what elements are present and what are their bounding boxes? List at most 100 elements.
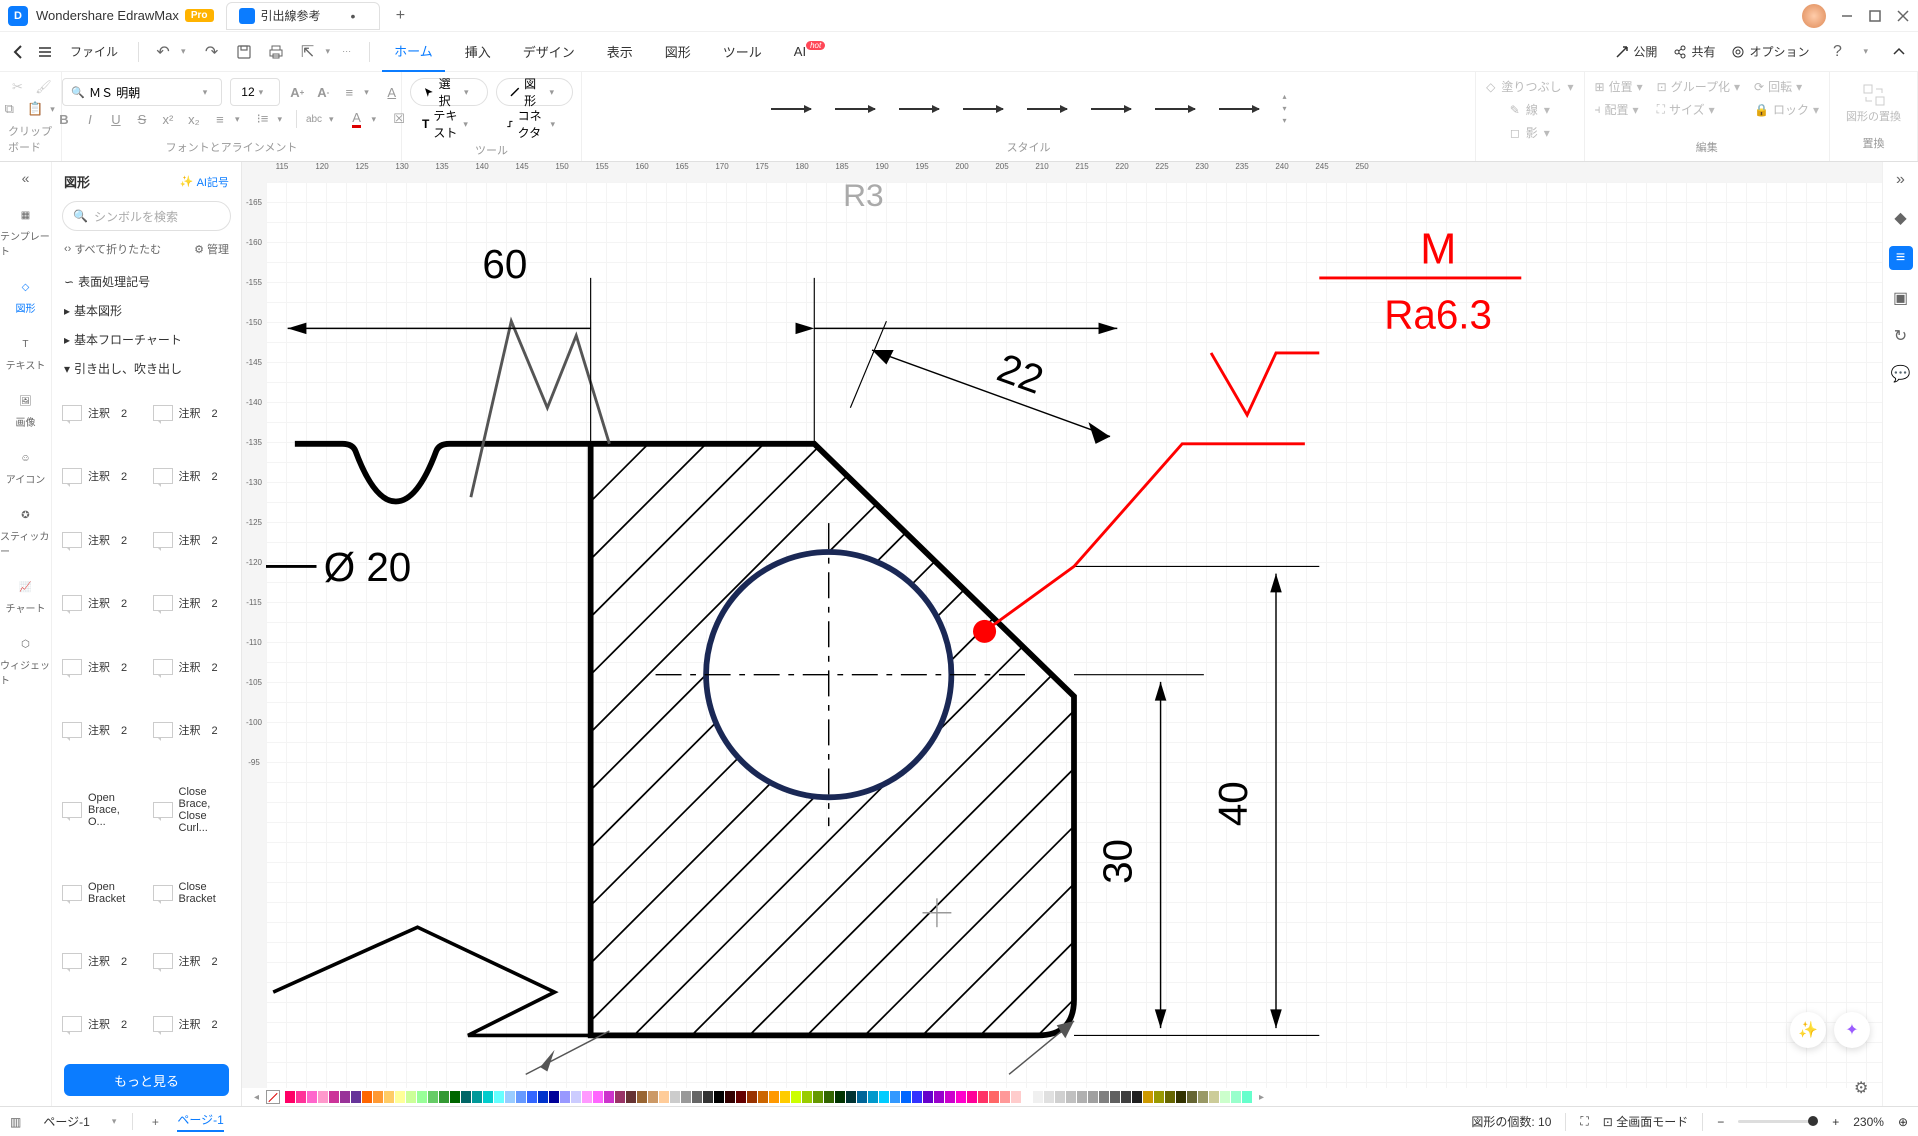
category-callouts[interactable]: ▾ 引き出し、吹き出し [52, 354, 241, 383]
shape-item[interactable]: 注釈 2 [60, 637, 143, 697]
add-page-button[interactable]: + [145, 1115, 165, 1129]
zoom-reset-icon[interactable]: ⊕ [1898, 1115, 1908, 1129]
color-swatch[interactable] [1011, 1091, 1021, 1103]
print-icon[interactable] [267, 43, 285, 61]
color-swatch[interactable] [527, 1091, 537, 1103]
color-swatch[interactable] [791, 1091, 801, 1103]
file-menu[interactable]: ファイル [70, 43, 118, 60]
tab-design[interactable]: デザイン [511, 32, 587, 71]
shape-item[interactable]: 注釈 2 [60, 701, 143, 761]
color-swatch[interactable] [461, 1091, 471, 1103]
strike-icon[interactable]: S [133, 110, 151, 128]
category-basic-flow[interactable]: ▸ 基本フローチャート [52, 325, 241, 354]
color-swatch[interactable] [659, 1091, 669, 1103]
color-swatch[interactable] [879, 1091, 889, 1103]
color-swatch[interactable] [978, 1091, 988, 1103]
color-palette[interactable]: ◂ ▸ ⚙ [242, 1088, 1882, 1106]
text-tool[interactable]: Tテキスト▾ [410, 110, 486, 138]
increase-font-icon[interactable]: A+ [288, 83, 306, 101]
color-swatch[interactable] [1121, 1091, 1131, 1103]
history-icon[interactable]: ↻ [1891, 326, 1911, 346]
see-more-button[interactable]: もっと見る [64, 1064, 229, 1096]
font-family-select[interactable]: 🔍ＭＳ 明朝▾ [62, 78, 222, 106]
color-swatch[interactable] [956, 1091, 966, 1103]
shape-item[interactable]: Close Brace, Close Curl... [151, 764, 234, 856]
color-swatch[interactable] [835, 1091, 845, 1103]
shape-item[interactable]: 注釈 2 [60, 995, 143, 1055]
ai-sparkle-button[interactable]: ✦ [1834, 1012, 1870, 1048]
shape-item[interactable]: 注釈 2 [60, 447, 143, 507]
font-color-icon[interactable]: A [348, 110, 366, 128]
shape-item[interactable]: 注釈 2 [151, 637, 234, 697]
select-tool[interactable]: 選択▾ [410, 78, 488, 106]
nav-icons[interactable]: ☺アイコン [6, 447, 46, 486]
color-swatch[interactable] [890, 1091, 900, 1103]
nav-images[interactable]: 🖼画像 [15, 390, 37, 429]
shape-item[interactable]: 注釈 2 [151, 574, 234, 634]
color-swatch[interactable] [362, 1091, 372, 1103]
color-swatch[interactable] [373, 1091, 383, 1103]
color-swatch[interactable] [1176, 1091, 1186, 1103]
arrow-style-gallery[interactable]: ▴▾▾ [751, 78, 1307, 139]
options-button[interactable]: オプション [1731, 43, 1809, 60]
color-swatch[interactable] [725, 1091, 735, 1103]
shape-item[interactable]: 注釈 2 [60, 574, 143, 634]
user-avatar[interactable] [1802, 4, 1826, 28]
color-swatch[interactable] [813, 1091, 823, 1103]
shape-item[interactable]: Open Bracket [60, 860, 143, 928]
no-color-icon[interactable] [266, 1090, 280, 1104]
color-swatch[interactable] [604, 1091, 614, 1103]
color-swatch[interactable] [395, 1091, 405, 1103]
color-swatch[interactable] [1154, 1091, 1164, 1103]
export-icon[interactable]: ⇱ [299, 43, 317, 61]
tab-insert[interactable]: 挿入 [453, 32, 503, 71]
shape-item[interactable]: 注釈 2 [60, 383, 143, 443]
color-swatch[interactable] [1242, 1091, 1252, 1103]
color-swatch[interactable] [1231, 1091, 1241, 1103]
new-tab-button[interactable]: + [388, 4, 412, 28]
fit-icon[interactable]: ⛶ [1580, 1114, 1588, 1129]
hamburger-icon[interactable] [36, 43, 54, 61]
magic-wand-button[interactable]: ✨ [1790, 1012, 1826, 1048]
page-tab-1[interactable]: ページ-1 [177, 1111, 223, 1132]
color-swatch[interactable] [681, 1091, 691, 1103]
nav-stickers[interactable]: ✪スティッカー [0, 504, 51, 558]
color-swatch[interactable] [626, 1091, 636, 1103]
shape-item[interactable]: Close Bracket [151, 860, 234, 928]
color-swatch[interactable] [1000, 1091, 1010, 1103]
color-swatch[interactable] [912, 1091, 922, 1103]
tab-home[interactable]: ホーム [382, 31, 445, 72]
color-swatch[interactable] [637, 1091, 647, 1103]
color-swatch[interactable] [1055, 1091, 1065, 1103]
color-swatch[interactable] [780, 1091, 790, 1103]
undo-icon[interactable]: ↶ [154, 43, 172, 61]
color-swatch[interactable] [1033, 1091, 1043, 1103]
color-swatch[interactable] [384, 1091, 394, 1103]
color-swatch[interactable] [945, 1091, 955, 1103]
pages-icon[interactable]: ▥ [10, 1115, 21, 1129]
connector-tool[interactable]: コネクタ▾ [494, 110, 573, 138]
font-size-select[interactable]: 12▾ [230, 78, 280, 106]
color-swatch[interactable] [428, 1091, 438, 1103]
color-swatch[interactable] [703, 1091, 713, 1103]
color-swatch[interactable] [582, 1091, 592, 1103]
superscript-icon[interactable]: x² [159, 110, 177, 128]
color-swatch[interactable] [758, 1091, 768, 1103]
fullscreen-button[interactable]: ⊡ 全画面モード [1603, 1113, 1688, 1130]
page-select[interactable]: ページ-1▾ [33, 1113, 133, 1130]
color-swatch[interactable] [340, 1091, 350, 1103]
text-abc-icon[interactable]: abc [305, 110, 323, 128]
shape-item[interactable]: 注釈 2 [151, 510, 234, 570]
color-swatch[interactable] [285, 1091, 295, 1103]
color-swatch[interactable] [296, 1091, 306, 1103]
align-icon[interactable]: ≡ [211, 110, 229, 128]
color-swatch[interactable] [901, 1091, 911, 1103]
color-swatch[interactable] [472, 1091, 482, 1103]
color-swatch[interactable] [769, 1091, 779, 1103]
collapse-all-button[interactable]: ‹› すべて折りたたむ [64, 241, 161, 257]
properties-panel-icon[interactable]: ≡ [1889, 246, 1913, 270]
color-swatch[interactable] [494, 1091, 504, 1103]
color-swatch[interactable] [549, 1091, 559, 1103]
tab-view[interactable]: 表示 [595, 32, 645, 71]
symbol-search-input[interactable]: 🔍 シンボルを検索 [62, 201, 231, 231]
